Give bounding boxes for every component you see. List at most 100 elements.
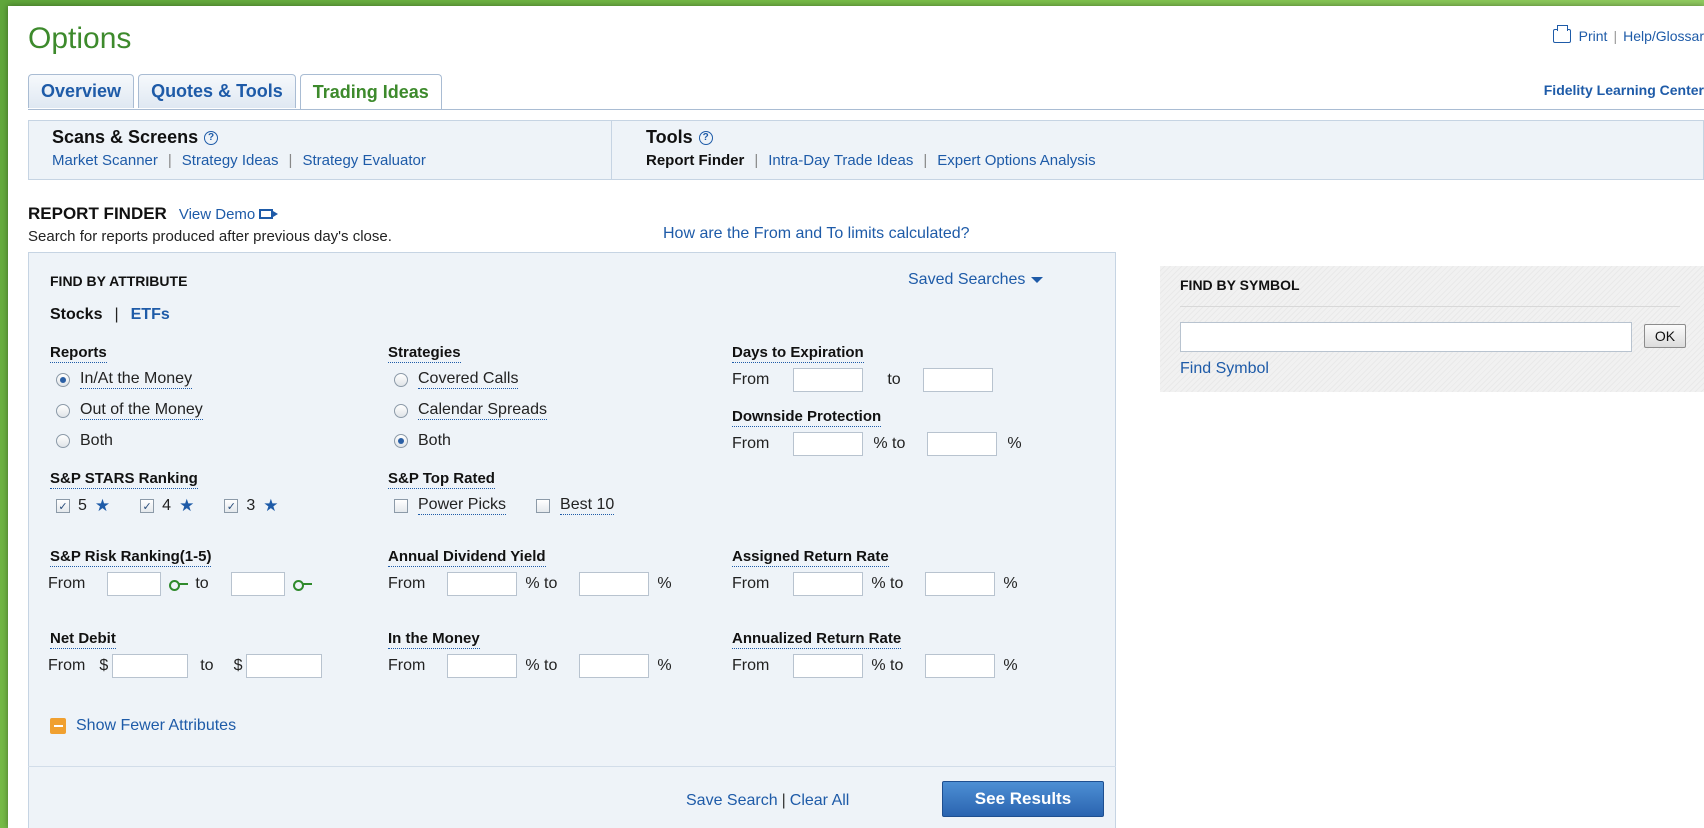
to-label: to xyxy=(200,657,214,674)
percent-to-label: % to xyxy=(525,575,558,592)
expert-options-analysis-link[interactable]: Expert Options Analysis xyxy=(937,152,1095,169)
in-the-money-label: In the Money xyxy=(388,630,480,649)
itm-from-input[interactable] xyxy=(447,654,518,678)
days-to-expiration-range: From to xyxy=(732,368,993,392)
net-debit-label: Net Debit xyxy=(50,630,116,649)
reports-option-both[interactable]: Both xyxy=(56,432,113,450)
stars-5-checkbox[interactable]: ✓ xyxy=(56,499,70,513)
dividend-from-input[interactable] xyxy=(447,572,518,596)
star-icon: ★ xyxy=(263,496,279,515)
tools-links: Report Finder | Intra-Day Trade Ideas | … xyxy=(646,152,1096,169)
option-label: Covered Calls xyxy=(418,370,519,389)
scans-heading: Scans & Screens ? xyxy=(52,127,219,148)
show-fewer-label: Show Fewer Attributes xyxy=(76,717,237,734)
stars-3-checkbox[interactable]: ✓ xyxy=(224,499,239,513)
assigned-return-range: From % to % xyxy=(732,572,1018,596)
separator: | xyxy=(288,152,293,169)
days-from-input[interactable] xyxy=(793,368,864,392)
to-label: to xyxy=(195,575,209,592)
symbol-ok-button[interactable]: OK xyxy=(1644,324,1686,348)
help-icon[interactable]: ? xyxy=(698,130,713,145)
key-icon[interactable] xyxy=(169,580,189,591)
reports-label: Reports xyxy=(50,344,107,363)
dividend-yield-range: From % to % xyxy=(388,572,672,596)
days-to-input[interactable] xyxy=(922,368,993,392)
stars-4-label: 4 xyxy=(162,497,172,514)
radio-button[interactable] xyxy=(394,434,408,448)
annualized-to-input[interactable] xyxy=(925,654,996,678)
symbol-search-input[interactable] xyxy=(1180,322,1632,352)
strategy-ideas-link[interactable]: Strategy Ideas xyxy=(182,152,279,169)
security-type-toggle: Stocks | ETFs xyxy=(50,306,170,324)
percent-label: % xyxy=(1003,575,1018,592)
collapse-minus-icon[interactable] xyxy=(50,718,66,734)
find-symbol-link[interactable]: Find Symbol xyxy=(1180,360,1269,378)
percent-to-label: % to xyxy=(871,575,904,592)
strategies-option-both[interactable]: Both xyxy=(394,432,451,450)
save-search-link[interactable]: Save Search xyxy=(686,792,778,810)
reports-option-out-of-money[interactable]: Out of the Money xyxy=(56,401,203,420)
print-link[interactable]: Print xyxy=(1579,28,1608,44)
chevron-down-icon xyxy=(1031,277,1044,283)
tools-nav-box xyxy=(28,120,1704,180)
assigned-to-input[interactable] xyxy=(925,572,996,596)
risk-from-input[interactable] xyxy=(107,572,162,596)
help-glossary-link[interactable]: Help/Glossar xyxy=(1623,28,1704,44)
downside-to-input[interactable] xyxy=(927,432,998,456)
nav-divider xyxy=(611,120,612,180)
net-debit-to-input[interactable] xyxy=(246,654,323,678)
dollar-label: $ xyxy=(233,657,243,674)
best-10-checkbox[interactable] xyxy=(536,498,551,513)
risk-to-input[interactable] xyxy=(230,572,285,596)
separator: | xyxy=(754,152,759,169)
annual-dividend-yield-label: Annual Dividend Yield xyxy=(388,548,546,567)
print-icon[interactable] xyxy=(1552,25,1571,43)
option-label: Both xyxy=(418,432,451,449)
downside-from-input[interactable] xyxy=(793,432,864,456)
tab-overview[interactable]: Overview xyxy=(28,74,135,108)
show-fewer-attributes-toggle[interactable]: Show Fewer Attributes xyxy=(50,717,236,735)
tab-quotes-tools[interactable]: Quotes & Tools xyxy=(138,74,296,108)
net-debit-from-input[interactable] xyxy=(112,654,189,678)
option-label: Calendar Spreads xyxy=(418,401,547,420)
dividend-to-input[interactable] xyxy=(579,572,650,596)
help-icon[interactable]: ? xyxy=(204,130,219,145)
stocks-option[interactable]: Stocks xyxy=(50,306,102,324)
clear-all-link[interactable]: Clear All xyxy=(790,792,850,810)
limits-help-link[interactable]: How are the From and To limits calculate… xyxy=(663,225,970,243)
assigned-from-input[interactable] xyxy=(793,572,864,596)
saved-searches-dropdown[interactable]: Saved Searches xyxy=(908,271,1044,289)
annualized-return-range: From % to % xyxy=(732,654,1018,678)
power-picks-checkbox[interactable] xyxy=(394,498,408,513)
from-label: From xyxy=(732,371,770,388)
report-finder-link[interactable]: Report Finder xyxy=(646,152,744,169)
downside-protection-range: From % to % xyxy=(732,432,1022,456)
see-results-button[interactable]: See Results xyxy=(942,781,1104,817)
strategy-evaluator-link[interactable]: Strategy Evaluator xyxy=(302,152,425,169)
annualized-from-input[interactable] xyxy=(793,654,864,678)
stars-4-checkbox[interactable]: ✓ xyxy=(140,499,155,513)
key-icon[interactable] xyxy=(292,580,313,591)
radio-button[interactable] xyxy=(56,372,70,387)
radio-button[interactable] xyxy=(394,372,408,387)
downside-protection-label: Downside Protection xyxy=(732,408,882,427)
radio-button[interactable] xyxy=(394,403,408,418)
itm-to-input[interactable] xyxy=(579,654,650,678)
learning-center-link[interactable]: Fidelity Learning Center xyxy=(1544,82,1704,98)
tab-bar: Overview Quotes & Tools Trading Ideas xyxy=(28,74,442,110)
from-label: From xyxy=(48,575,86,592)
radio-button[interactable] xyxy=(56,403,70,418)
view-demo-link[interactable]: View Demo xyxy=(179,206,279,223)
reports-option-in-at-money[interactable]: In/At the Money xyxy=(56,370,193,389)
symbol-divider xyxy=(1180,306,1680,307)
etfs-option[interactable]: ETFs xyxy=(131,306,170,324)
strategies-option-calendar-spreads[interactable]: Calendar Spreads xyxy=(394,401,547,420)
market-scanner-link[interactable]: Market Scanner xyxy=(52,152,158,169)
radio-button[interactable] xyxy=(56,434,70,448)
net-debit-range: From $ to $ xyxy=(48,654,323,678)
tab-trading-ideas[interactable]: Trading Ideas xyxy=(299,74,442,110)
dollar-label: $ xyxy=(99,657,109,674)
intra-day-trade-ideas-link[interactable]: Intra-Day Trade Ideas xyxy=(768,152,913,169)
stars-ranking-options: ✓ 5 ★ ✓ 4 ★ ✓ 3 ★ xyxy=(56,496,278,516)
strategies-option-covered-calls[interactable]: Covered Calls xyxy=(394,370,519,389)
